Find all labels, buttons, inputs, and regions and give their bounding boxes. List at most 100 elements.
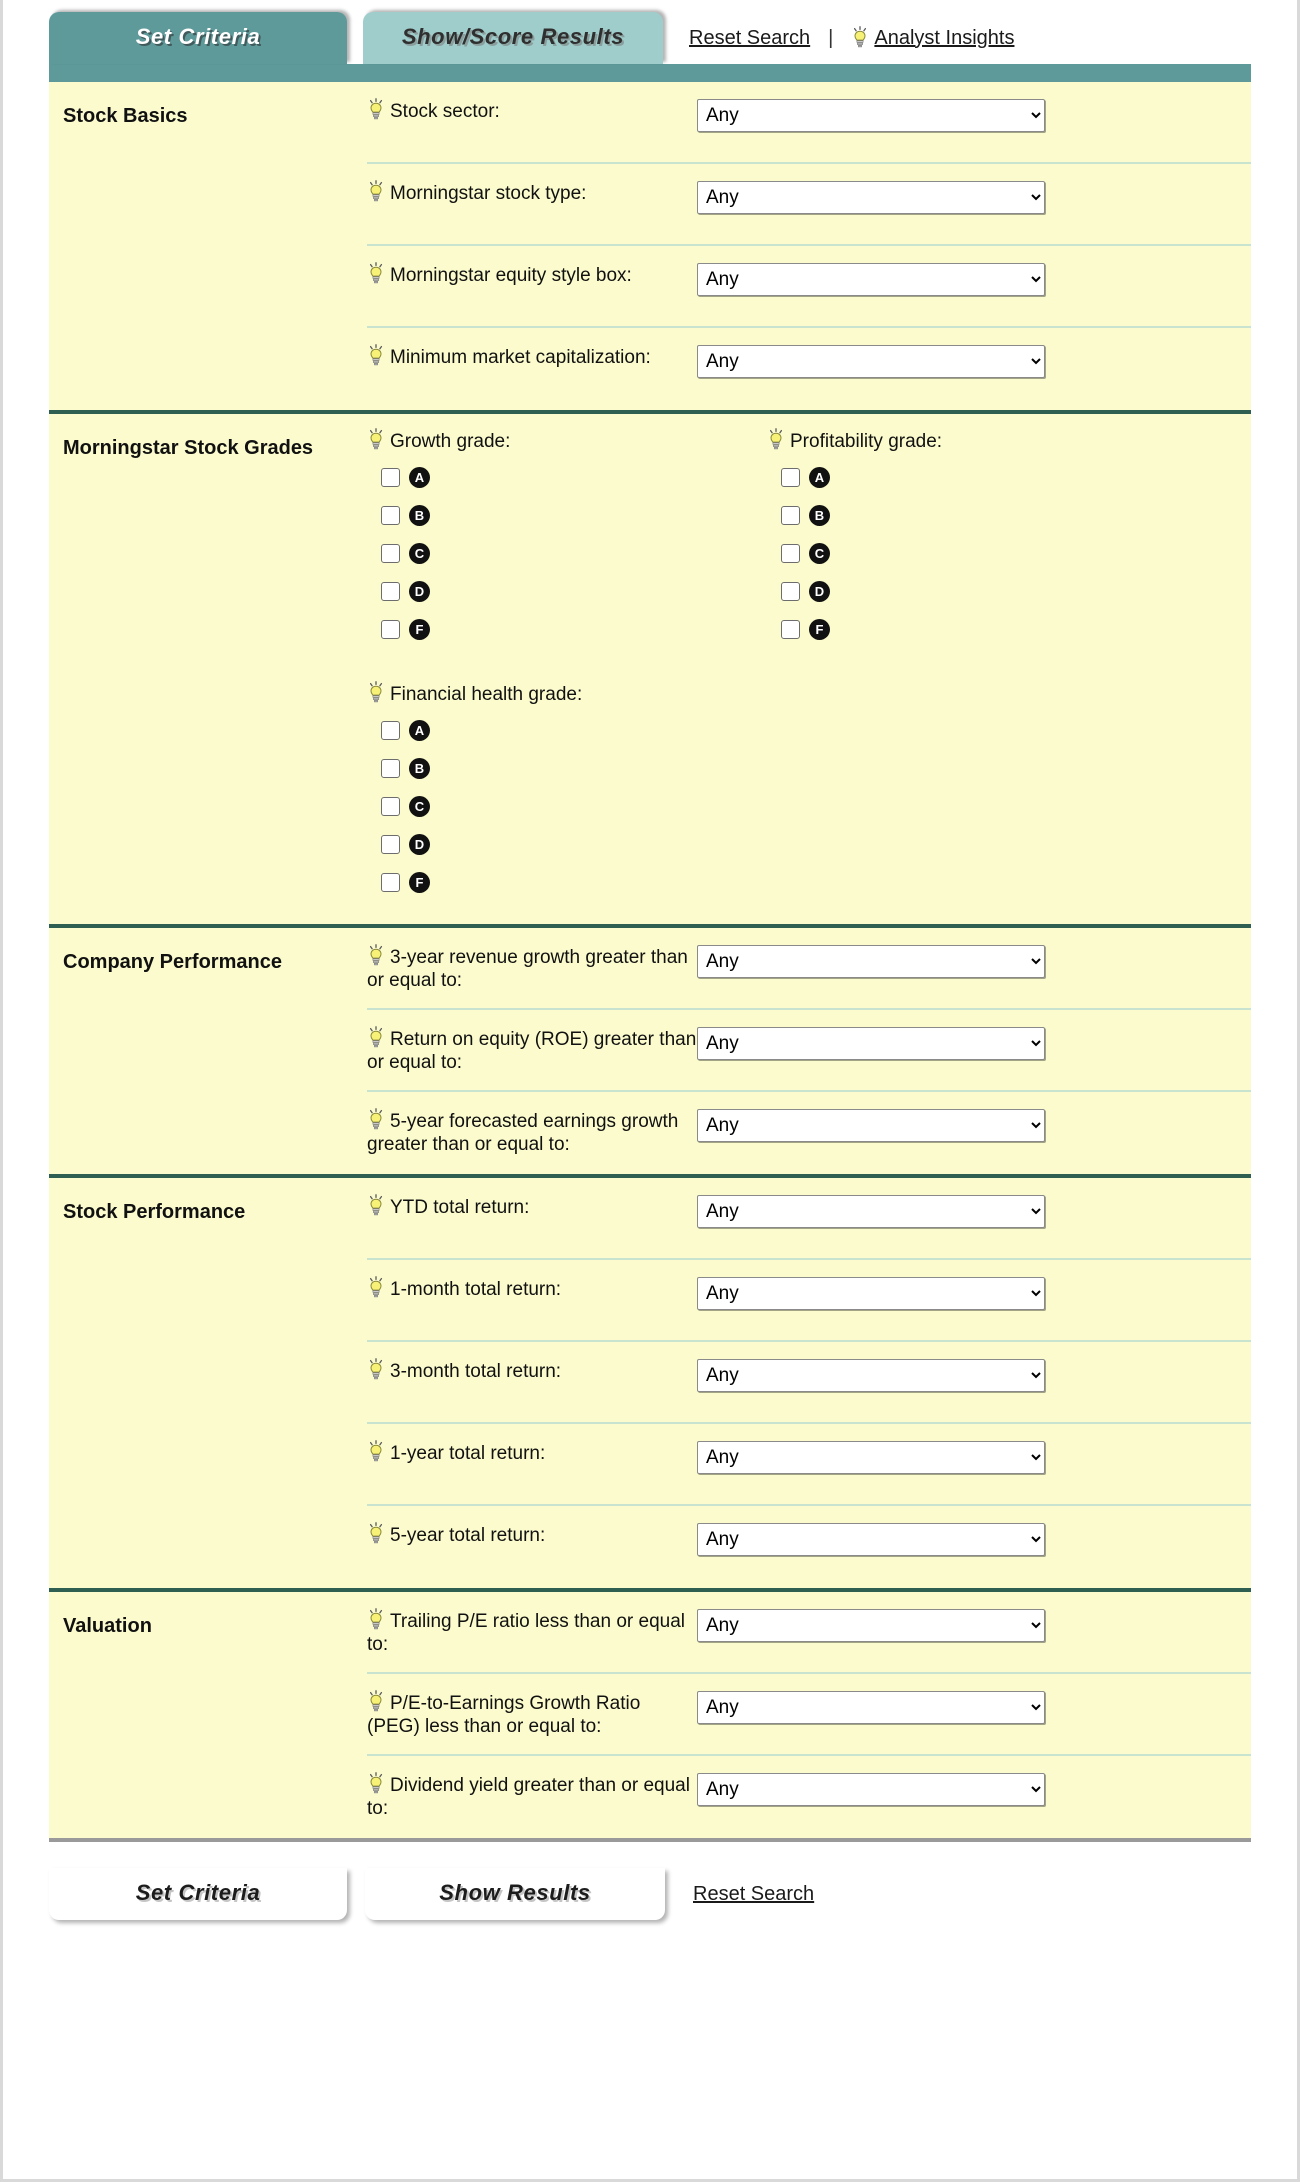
financial-health-grade-checkbox-d[interactable] (381, 834, 400, 854)
dividend-yield-select[interactable]: Any (697, 1773, 1045, 1806)
financial-health-grade-checkbox-a[interactable] (381, 720, 400, 740)
bottom-tab-show-results-label: Show Results (439, 1880, 591, 1905)
section-company-performance: Company Performance 3-year revenue growt… (49, 924, 1251, 1174)
criteria-row: 3-month total return: Any (367, 1342, 1251, 1424)
criteria-control: Any (697, 944, 1251, 978)
criteria-control: Any (697, 1608, 1251, 1642)
criteria-control: Any (697, 1276, 1251, 1310)
grade-option: D (381, 830, 767, 858)
criteria-control: Any (697, 1772, 1251, 1806)
grade-badge: D (409, 580, 430, 602)
growth-grade-checkbox-b[interactable] (381, 505, 400, 525)
financial-health-grade-checkbox-b[interactable] (381, 758, 400, 778)
tab-set-criteria[interactable]: Set Criteria (49, 12, 347, 64)
criteria-label-text: Minimum market capitalization: (390, 347, 651, 368)
revenue-growth-3yr-select[interactable]: Any (697, 945, 1045, 978)
bottom-tab-show-results[interactable]: Show Results (365, 1868, 665, 1920)
criteria-label-text: Morningstar equity style box: (390, 265, 632, 286)
financial-health-grade-list: A B C D F (381, 716, 767, 896)
grade-option: F (381, 615, 767, 643)
top-tab-strip: Set Criteria Show/Score Results Reset Se… (3, 0, 1297, 64)
bottom-tab-strip: Set Criteria Show Results Reset Search (49, 1842, 1251, 1938)
criteria-control: Any (697, 1358, 1251, 1392)
grade-option: B (381, 501, 767, 529)
peg-ratio-select[interactable]: Any (697, 1691, 1045, 1724)
criteria-row: Morningstar equity style box: Any (367, 246, 1251, 328)
criteria-row: Stock sector: Any (367, 82, 1251, 164)
criteria-label-text: Trailing P/E ratio less than or equal to… (367, 1611, 686, 1656)
criteria-row: 3-year revenue growth greater than or eq… (367, 928, 1251, 1010)
criteria-label: 3-year revenue growth greater than or eq… (367, 944, 697, 992)
five-year-total-return-select[interactable]: Any (697, 1523, 1045, 1556)
trailing-pe-ratio-select[interactable]: Any (697, 1609, 1045, 1642)
growth-grade-checkbox-d[interactable] (381, 581, 400, 601)
profitability-grade-label: Profitability grade: (767, 428, 1251, 453)
lightbulb-icon (851, 26, 869, 50)
section-morningstar-stock-grades: Morningstar Stock Grades Growth grade: A… (49, 410, 1251, 924)
grade-badge: D (809, 580, 830, 602)
grade-option: D (781, 577, 1251, 605)
financial-health-grade-checkbox-f[interactable] (381, 872, 400, 892)
lightbulb-icon (367, 180, 385, 204)
grade-badge: A (409, 719, 430, 741)
forecasted-earnings-growth-5yr-select[interactable]: Any (697, 1109, 1045, 1142)
analyst-insights-link[interactable]: Analyst Insights (874, 27, 1014, 50)
grade-option: B (381, 754, 767, 782)
criteria-label-text: 1-month total return: (390, 1279, 562, 1300)
profitability-grade-checkbox-b[interactable] (781, 505, 800, 525)
profitability-grade-label-text: Profitability grade: (790, 431, 943, 452)
growth-grade-label-text: Growth grade: (390, 431, 511, 452)
growth-grade-checkbox-a[interactable] (381, 467, 400, 487)
section-stock-performance: Stock Performance YTD total return: Any (49, 1174, 1251, 1588)
section-body-company-performance: 3-year revenue growth greater than or eq… (367, 928, 1251, 1174)
bottom-tab-set-criteria[interactable]: Set Criteria (49, 1868, 347, 1920)
reset-search-link-bottom[interactable]: Reset Search (693, 1883, 814, 1905)
one-year-total-return-select[interactable]: Any (697, 1441, 1045, 1474)
criteria-control: Any (697, 1522, 1251, 1556)
grade-option: C (381, 792, 767, 820)
criteria-row: Minimum market capitalization: Any (367, 328, 1251, 410)
financial-health-grade-label: Financial health grade: (367, 681, 767, 706)
grade-badge: C (409, 795, 430, 817)
profitability-grade-group: Profitability grade: A B C D F (767, 428, 1251, 653)
tab-show-score-results[interactable]: Show/Score Results (363, 12, 663, 64)
section-body-stock-performance: YTD total return: Any 1-month total retu… (367, 1178, 1251, 1588)
financial-health-grade-checkbox-c[interactable] (381, 796, 400, 816)
grade-option: D (381, 577, 767, 605)
profitability-grade-checkbox-a[interactable] (781, 467, 800, 487)
equity-style-box-select[interactable]: Any (697, 263, 1045, 296)
lightbulb-icon (367, 1690, 385, 1714)
stock-screener-page: Set Criteria Show/Score Results Reset Se… (0, 0, 1300, 2182)
grade-option: F (381, 868, 767, 896)
profitability-grade-list: A B C D F (781, 463, 1251, 643)
growth-grade-checkbox-f[interactable] (381, 619, 400, 639)
profitability-grade-checkbox-d[interactable] (781, 581, 800, 601)
header-teal-bar (49, 64, 1251, 82)
ytd-total-return-select[interactable]: Any (697, 1195, 1045, 1228)
lightbulb-icon (367, 681, 385, 705)
profitability-grade-checkbox-c[interactable] (781, 543, 800, 563)
profitability-grade-checkbox-f[interactable] (781, 619, 800, 639)
grade-badge: B (409, 504, 430, 526)
stock-sector-select[interactable]: Any (697, 99, 1045, 132)
three-month-total-return-select[interactable]: Any (697, 1359, 1045, 1392)
growth-grade-checkbox-c[interactable] (381, 543, 400, 563)
lightbulb-icon (367, 1440, 385, 1464)
grade-badge: D (409, 833, 430, 855)
return-on-equity-select[interactable]: Any (697, 1027, 1045, 1060)
minimum-market-cap-select[interactable]: Any (697, 345, 1045, 378)
criteria-label: Morningstar stock type: (367, 180, 697, 205)
criteria-label-text: Return on equity (ROE) greater than or e… (367, 1029, 697, 1074)
lightbulb-icon (767, 428, 785, 452)
grade-option: A (781, 463, 1251, 491)
one-month-total-return-select[interactable]: Any (697, 1277, 1045, 1310)
criteria-row: Dividend yield greater than or equal to:… (367, 1756, 1251, 1838)
criteria-label-text: Morningstar stock type: (390, 183, 587, 204)
criteria-control: Any (697, 1026, 1251, 1060)
morningstar-stock-type-select[interactable]: Any (697, 181, 1045, 214)
reset-search-link-top[interactable]: Reset Search (689, 27, 810, 50)
grade-option: F (781, 615, 1251, 643)
criteria-label: Minimum market capitalization: (367, 344, 697, 369)
criteria-label-text: Stock sector: (390, 101, 500, 122)
tab-set-criteria-label: Set Criteria (135, 24, 261, 49)
